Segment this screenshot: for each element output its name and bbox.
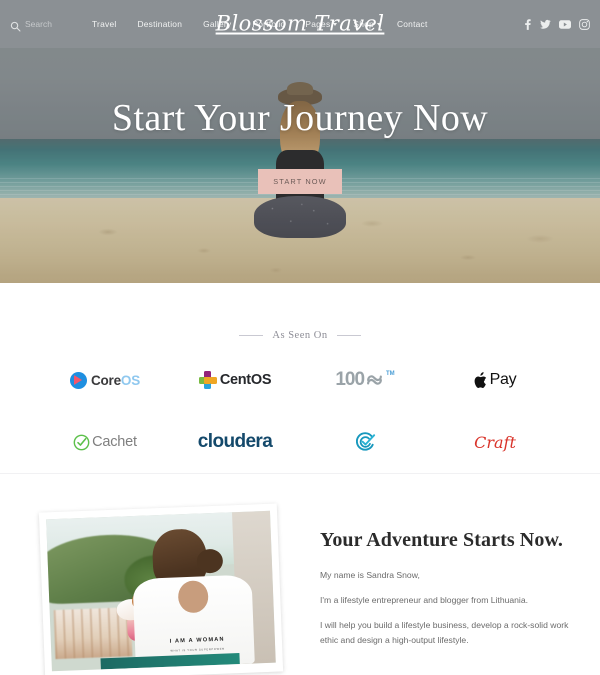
divider-line-right (336, 335, 361, 336)
nav-item-contact[interactable]: Contact (397, 19, 428, 29)
logo-grid: CoreOS CentOS 100 TM Pay Cachet cloudera… (0, 363, 600, 459)
nav-label: Travel (92, 19, 117, 29)
infinity-icon (367, 375, 382, 385)
sandra-photo: I AM A WOMAN WHAT IS YOUR SUPERPOWER (38, 503, 284, 675)
site-header: Travel Destination Gallery Portfolio Blo… (0, 0, 600, 48)
as-seen-on-section: As Seen On CoreOS CentOS 100 TM Pay Cach… (0, 283, 600, 473)
adventure-paragraph: I will help you build a lifestyle busine… (320, 620, 569, 645)
hundred-label: 100 (335, 369, 365, 390)
cachet-check-icon (73, 434, 90, 450)
instagram-icon[interactable] (579, 18, 590, 30)
facebook-icon[interactable] (523, 18, 532, 30)
as-seen-on-label: As Seen On (272, 330, 328, 341)
adventure-paragraph: I'm a lifestyle entrepreneur and blogger… (320, 595, 529, 606)
youtube-icon[interactable] (559, 19, 571, 30)
craft-label: Craft (474, 432, 516, 452)
nav-item-travel[interactable]: Travel (92, 19, 116, 29)
twitter-icon[interactable] (540, 19, 551, 30)
photo-woman: I AM A WOMAN WHAT IS YOUR SUPERPOWER (123, 524, 258, 669)
nav-label: Contact (396, 19, 428, 29)
logo-coreos[interactable]: CoreOS (69, 363, 141, 397)
page-root: Start Your Journey Now START NOW Travel … (0, 0, 600, 675)
check-circle-icon (356, 432, 376, 451)
adventure-paragraph: My name is Sandra Snow, (320, 570, 420, 580)
centos-mark-icon (198, 371, 217, 389)
adventure-body: My name is Sandra Snow, I'm a lifestyle … (320, 568, 582, 647)
centos-label: CentOS (219, 372, 272, 388)
logo-check-circle[interactable] (354, 425, 376, 459)
coreos-mark-icon (69, 371, 87, 389)
logo-cachet[interactable]: Cachet (73, 425, 137, 459)
as-seen-on-heading: As Seen On (0, 283, 600, 341)
apple-icon (474, 372, 486, 388)
social-links (523, 18, 590, 30)
coreos-label: CoreOS (90, 372, 141, 388)
nav-item-destination[interactable]: Destination (137, 19, 182, 29)
logo-apple-pay[interactable]: Pay (474, 363, 517, 397)
search-input[interactable] (25, 19, 77, 29)
hundred-superscript: TM (386, 371, 395, 377)
hero-title: Start Your Journey Now (111, 97, 489, 139)
site-logo[interactable]: Blossom Travel (216, 12, 385, 36)
divider-line-left (239, 335, 264, 336)
logo-hundred[interactable]: 100 TM (335, 363, 394, 397)
cloudera-label: cloudera (197, 431, 273, 452)
nav-label: Destination (137, 19, 183, 29)
apple-pay-label: Pay (489, 371, 517, 388)
logo-cloudera[interactable]: cloudera (197, 425, 273, 459)
search-box[interactable] (10, 19, 84, 32)
adventure-section: I AM A WOMAN WHAT IS YOUR SUPERPOWER You… (0, 474, 600, 675)
adventure-title: Your Adventure Starts Now. (320, 529, 563, 551)
logo-craft[interactable]: Craft (474, 425, 516, 459)
logo-centos[interactable]: CentOS (198, 363, 272, 397)
cachet-label: Cachet (92, 434, 137, 450)
start-now-button[interactable]: START NOW (258, 169, 342, 194)
search-icon (10, 19, 21, 32)
